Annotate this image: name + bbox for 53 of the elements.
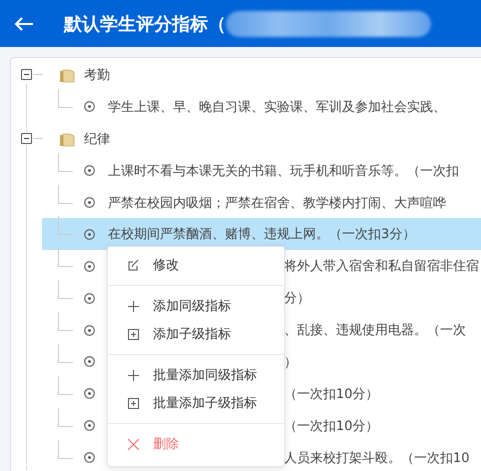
connector-line	[58, 152, 73, 172]
tree-item-label[interactable]: 分）	[284, 289, 310, 308]
page-title: 默认学生评分指标（	[64, 12, 226, 36]
plus-icon	[128, 300, 139, 312]
target-icon	[84, 292, 95, 304]
tree-item-label[interactable]: 、乱接、违规使用电器。（一次	[284, 321, 466, 340]
menu-item[interactable]: 修改	[108, 251, 284, 279]
connector-line	[58, 376, 73, 395]
connector-line	[58, 440, 73, 459]
connector-line	[58, 344, 73, 364]
target-icon	[84, 452, 95, 464]
target-icon	[84, 388, 95, 400]
tree-item-label[interactable]: （一次扣10分）	[284, 384, 379, 403]
tree-item-label[interactable]: 在校期间严禁酗酒、赌博、违规上网。（一次扣3分）	[108, 225, 416, 244]
folder-icon	[59, 130, 75, 147]
folder-icon	[59, 66, 75, 83]
connector-line	[58, 248, 73, 268]
edit-icon	[128, 260, 139, 270]
menu-item[interactable]: 添加子级指标	[108, 320, 284, 348]
menu-item[interactable]: 批量添加同级指标	[108, 361, 284, 389]
plus-icon	[128, 370, 139, 380]
menu-item[interactable]: 添加同级指标	[108, 292, 284, 320]
connector-line	[58, 216, 73, 236]
collapse-toggle[interactable]	[21, 69, 32, 80]
plus-square-icon	[128, 328, 139, 340]
target-icon	[84, 420, 95, 432]
tree-node-label[interactable]: 考勤	[84, 66, 110, 84]
tree-item-label[interactable]: 将外人带入宿舍和私自留宿非住宿	[284, 257, 479, 276]
target-icon	[84, 260, 95, 272]
back-arrow-icon[interactable]	[14, 16, 34, 32]
target-icon	[84, 197, 95, 208]
menu-item[interactable]: 批量添加子级指标	[108, 389, 284, 417]
tree-node-label[interactable]: 纪律	[84, 130, 110, 148]
connector-line	[58, 184, 73, 204]
tree-item-label[interactable]: 人员来校打架斗殴。（一次扣10	[284, 448, 470, 467]
target-icon	[84, 324, 95, 336]
tree-item-label[interactable]: 严禁在校园内吸烟；严禁在宿舍、教学楼内打闹、大声喧哗	[108, 194, 446, 212]
connector-line	[58, 88, 73, 108]
close-icon	[128, 438, 139, 450]
tree-item-label[interactable]: ）	[284, 352, 297, 371]
target-icon	[84, 228, 95, 240]
target-icon	[84, 101, 95, 112]
collapse-toggle[interactable]	[21, 133, 32, 144]
selected-row-highlight[interactable]: 在校期间严禁酗酒、赌博、违规上网。（一次扣3分）	[42, 218, 481, 250]
tree-item-label[interactable]: 上课时不看与本课无关的书籍、玩手机和听音乐等。（一次扣	[108, 162, 459, 180]
plus-square-icon	[128, 398, 139, 408]
connector-line	[58, 408, 73, 427]
tree-item-label[interactable]: （一次扣10分）	[284, 416, 379, 435]
connector-line	[58, 312, 73, 332]
tree-item-label[interactable]: 学生上课、早、晚自习课、实验课、军训及参加社会实践、	[108, 98, 446, 116]
target-icon	[84, 356, 95, 368]
target-icon	[84, 165, 95, 176]
connector-line	[58, 280, 73, 300]
